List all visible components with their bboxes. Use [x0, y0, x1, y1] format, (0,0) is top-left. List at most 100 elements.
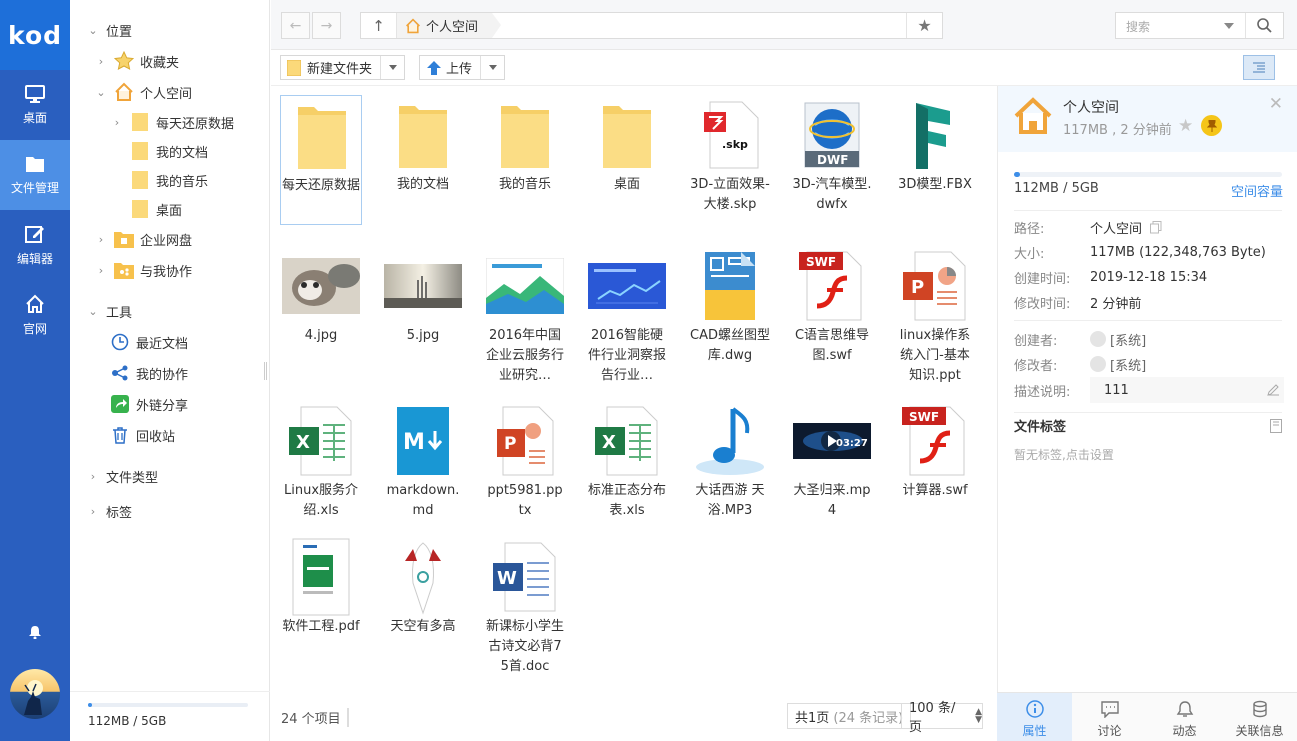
quota-link[interactable]: 空间容量: [1231, 181, 1283, 200]
bell-icon: [1176, 700, 1194, 718]
tree-item-child[interactable]: 我的音乐: [130, 168, 208, 192]
svg-text:SWF: SWF: [806, 255, 836, 269]
rail-item-file-manager[interactable]: 文件管理: [0, 140, 70, 210]
dwg-icon: [689, 246, 771, 326]
pdf-thumb: [586, 246, 668, 326]
file-item[interactable]: Pppt5981.pptx: [484, 401, 566, 531]
chevron-down-icon[interactable]: [380, 56, 404, 79]
file-item[interactable]: 天空有多高: [382, 537, 464, 667]
copy-icon[interactable]: [1150, 221, 1162, 234]
file-grid: 每天还原数据我的文档我的音乐桌面 .skp3D-立面效果-大楼.skpDWF3D-…: [271, 86, 997, 692]
search-box[interactable]: 搜索: [1115, 12, 1284, 39]
file-item[interactable]: 桌面: [586, 95, 668, 225]
edit-icon: [25, 224, 45, 244]
file-item[interactable]: 2016智能硬件行业洞察报告行业…: [586, 246, 668, 376]
folder-icon: [130, 170, 150, 190]
close-icon[interactable]: ✕: [1269, 94, 1283, 114]
file-item[interactable]: 我的音乐: [484, 95, 566, 225]
bookmark-icon[interactable]: [1270, 419, 1282, 433]
folder-icon: [25, 155, 45, 173]
notification-bell-icon[interactable]: [0, 620, 70, 644]
new-folder-button[interactable]: 新建文件夹: [280, 55, 405, 80]
file-item[interactable]: 3D模型.FBX: [894, 95, 976, 225]
user-avatar[interactable]: [10, 669, 60, 719]
chevron-down-icon[interactable]: [480, 56, 504, 79]
file-item[interactable]: 03:27大圣归来.mp4: [791, 401, 873, 531]
file-item[interactable]: SWF计算器.swf: [894, 401, 976, 531]
tab-properties[interactable]: 属性: [997, 693, 1072, 741]
tag-hint[interactable]: 暂无标签,点击设置: [1014, 446, 1114, 463]
folder-icon: [130, 141, 150, 161]
upload-button[interactable]: 上传: [419, 55, 505, 80]
tree-item-recent[interactable]: 最近文档: [110, 330, 188, 354]
pagination[interactable]: 共1页 (24 条记录): [787, 703, 911, 729]
prop-row-created: 创建时间: 2019-12-18 15:34: [1014, 266, 1284, 288]
svg-text:DWF: DWF: [817, 153, 848, 167]
stepper-arrows-icon: ▲▼: [975, 708, 982, 724]
file-name: C语言思维导图.swf: [791, 326, 873, 366]
prop-value: [系统]: [1110, 355, 1146, 374]
file-item[interactable]: Mmarkdown.md: [382, 401, 464, 531]
pin-icon[interactable]: [1201, 115, 1222, 136]
tree-section-tags[interactable]: › 标签: [86, 499, 132, 523]
rail-item-editor[interactable]: 编辑器: [0, 210, 70, 280]
file-item[interactable]: XLinux服务介绍.xls: [280, 401, 362, 531]
address-bar[interactable]: ↑ 个人空间 ★: [360, 12, 943, 39]
tree-item-child[interactable]: 我的文档: [130, 139, 208, 163]
tree-item-favorites[interactable]: › 收藏夹: [94, 49, 179, 73]
file-item[interactable]: X标准正态分布表.xls: [586, 401, 668, 531]
folder-icon: [130, 112, 150, 132]
tree-item-child[interactable]: › 每天还原数据: [110, 110, 234, 134]
file-item[interactable]: DWF3D-汽车模型.dwfx: [791, 95, 873, 225]
tree-item-personal[interactable]: ⌄ 个人空间: [94, 80, 192, 104]
image-thumb: [280, 246, 362, 326]
tab-activity[interactable]: 动态: [1147, 693, 1222, 741]
resize-handle[interactable]: [264, 362, 267, 380]
tree-item-recycle[interactable]: 回收站: [110, 423, 175, 447]
folder-tree: ⌄ 位置 › 收藏夹 ⌄ 个人空间 › 每天还原数据 我的文档 我的音乐 桌: [70, 0, 270, 741]
file-name: 计算器.swf: [894, 481, 976, 501]
tree-item-collab[interactable]: 我的协作: [110, 361, 188, 385]
tree-item-shared[interactable]: › 与我协作: [94, 258, 192, 282]
breadcrumb[interactable]: 个人空间: [397, 13, 492, 38]
file-item[interactable]: 每天还原数据: [280, 95, 362, 225]
tree-item-child[interactable]: 桌面: [130, 197, 182, 221]
file-item[interactable]: 4.jpg: [280, 246, 362, 376]
per-page-select[interactable]: 100 条/页 ▲▼: [901, 703, 983, 729]
app-logo[interactable]: kod: [0, 0, 70, 70]
file-item[interactable]: 我的文档: [382, 95, 464, 225]
search-input[interactable]: 搜索: [1126, 18, 1150, 35]
tree-section-label: 工具: [106, 302, 132, 321]
pencil-icon[interactable]: [1267, 383, 1280, 396]
file-item[interactable]: 2016年中国企业云服务行业研究…: [484, 246, 566, 376]
tree-section-tools[interactable]: ⌄ 工具: [86, 299, 132, 323]
file-item[interactable]: 大话西游 天浴.MP3: [689, 401, 771, 531]
file-item[interactable]: 软件工程.pdf: [280, 537, 362, 667]
tree-item-links[interactable]: 外链分享: [110, 392, 188, 416]
tree-item-enterprise[interactable]: › 企业网盘: [94, 227, 192, 251]
file-item[interactable]: W新课标小学生古诗文必背75首.doc: [484, 537, 566, 667]
favorite-star-icon[interactable]: ★: [1178, 116, 1193, 136]
forward-button[interactable]: →: [312, 12, 341, 39]
description-field[interactable]: 111: [1090, 377, 1284, 403]
tree-section-filetypes[interactable]: › 文件类型: [86, 464, 158, 488]
file-name: 大话西游 天浴.MP3: [689, 481, 771, 521]
tab-related[interactable]: 关联信息: [1222, 693, 1297, 741]
file-item[interactable]: SWF C语言思维导图.swf: [791, 246, 873, 376]
prop-row-description: 描述说明: 111: [1014, 376, 1284, 404]
folder-icon: [382, 95, 464, 175]
file-item[interactable]: CAD螺丝图型库.dwg: [689, 246, 771, 376]
rail-item-website[interactable]: 官网: [0, 280, 70, 350]
dropdown-caret-icon[interactable]: [1224, 23, 1234, 29]
tree-section-location[interactable]: ⌄ 位置: [86, 18, 132, 42]
toggle-panel-button[interactable]: [1243, 55, 1275, 80]
search-button[interactable]: [1245, 13, 1283, 38]
file-item[interactable]: .skp3D-立面效果-大楼.skp: [689, 95, 771, 225]
tab-discussion[interactable]: 讨论: [1072, 693, 1147, 741]
file-item[interactable]: Plinux操作系统入门-基本知识.ppt: [894, 246, 976, 376]
up-arrow-icon[interactable]: ↑: [361, 13, 397, 38]
rail-item-desktop[interactable]: 桌面: [0, 70, 70, 140]
file-item[interactable]: 5.jpg: [382, 246, 464, 376]
back-button[interactable]: ←: [281, 12, 310, 39]
favorite-star-icon[interactable]: ★: [906, 13, 942, 38]
